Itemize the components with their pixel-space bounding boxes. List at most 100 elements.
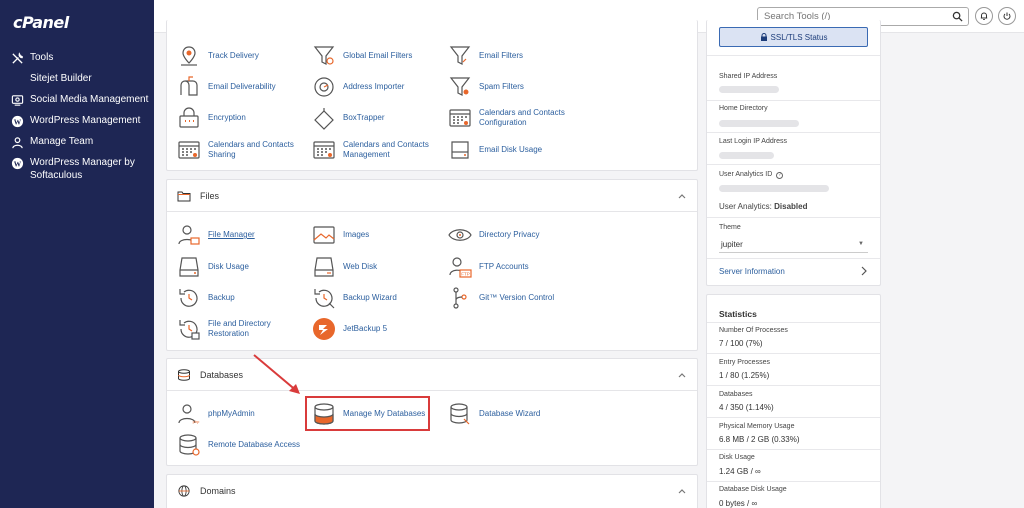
tool-backup[interactable]: Backup: [177, 286, 302, 310]
tool-email-disk-usage[interactable]: Email Disk Usage: [448, 138, 573, 162]
database-wizard-icon: [448, 402, 472, 426]
tool-boxtrapper[interactable]: BoxTrapper: [312, 106, 437, 130]
stat-value: 1.24 GB / ∞: [719, 467, 761, 476]
divider: [707, 417, 880, 418]
social-icon: [11, 94, 24, 107]
info-icon[interactable]: ?: [776, 172, 784, 179]
tool-label: FTP Accounts: [479, 262, 529, 271]
encryption-icon: [177, 106, 201, 130]
tool-backup-wizard[interactable]: Backup Wizard: [312, 286, 437, 310]
tool-label: Calendars and Contacts Configuration: [479, 108, 565, 127]
tool-file-directory-restoration[interactable]: File and Directory Restoration: [177, 317, 302, 341]
sidebar-nav: Tools Sitejet Builder Social Media Manag…: [11, 51, 151, 189]
tool-jetbackup[interactable]: JetBackup 5: [312, 317, 437, 341]
filter-icon: [448, 44, 472, 68]
tools-icon: [11, 52, 24, 65]
chevron-up-icon[interactable]: [677, 191, 687, 201]
server-information-link[interactable]: Server Information: [719, 267, 785, 276]
phpmyadmin-icon: php: [177, 402, 201, 426]
tool-label: Disk Usage: [208, 262, 249, 271]
tool-disk-usage[interactable]: Disk Usage: [177, 255, 302, 279]
tool-calendars-configuration[interactable]: Calendars and Contacts Configuration: [448, 106, 573, 130]
stat-value: 7 / 100 (7%): [719, 339, 763, 348]
backup-icon: [177, 286, 201, 310]
divider: [707, 55, 880, 56]
analytics-status-label: User Analytics:: [719, 202, 772, 211]
cpanel-logo[interactable]: cPanel: [13, 13, 69, 32]
sidebar: cPanel Tools Sitejet Builder Social Medi…: [0, 0, 154, 508]
calendar-icon: [448, 106, 472, 130]
tool-images[interactable]: Images: [312, 223, 437, 247]
tool-ftp-accounts[interactable]: FTP FTP Accounts: [448, 255, 573, 279]
notifications-button[interactable]: [975, 7, 993, 25]
divider: [707, 258, 880, 259]
boxtrapper-icon: [312, 106, 336, 130]
tool-label: Directory Privacy: [479, 230, 540, 239]
lock-icon: [760, 33, 767, 41]
theme-select[interactable]: jupiter ▼: [719, 236, 868, 253]
svg-text:W: W: [14, 117, 22, 126]
sidebar-item-wordpress-management[interactable]: W WordPress Management: [11, 114, 151, 128]
tool-track-delivery[interactable]: Track Delivery: [177, 44, 302, 68]
divider: [707, 385, 880, 386]
tool-remote-database-access[interactable]: Remote Database Access: [177, 433, 328, 457]
filter-icon: [312, 44, 336, 68]
analytics-status-value: Disabled: [774, 202, 808, 211]
tool-label: Backup Wizard: [343, 293, 397, 302]
chevron-up-icon[interactable]: [677, 370, 687, 380]
search-icon[interactable]: [952, 11, 963, 22]
tool-database-wizard[interactable]: Database Wizard: [448, 402, 573, 426]
sitejet-icon: [11, 73, 24, 86]
theme-label: Theme: [719, 224, 741, 231]
tool-label: Backup: [208, 293, 235, 302]
sidebar-item-label: WordPress Manager by Softaculous: [30, 157, 135, 181]
tool-email-filters[interactable]: Email Filters: [448, 44, 573, 68]
tool-global-email-filters[interactable]: Global Email Filters: [312, 44, 437, 68]
tool-git-version-control[interactable]: Git™ Version Control: [448, 286, 573, 310]
sidebar-item-social-media[interactable]: Social Media Management: [11, 93, 151, 107]
svg-text:FTP: FTP: [461, 272, 470, 277]
tool-email-deliverability[interactable]: Email Deliverability: [177, 75, 302, 99]
sidebar-item-sitejet[interactable]: Sitejet Builder: [11, 72, 151, 86]
redacted-value: [719, 152, 774, 159]
tool-label: Track Delivery: [208, 51, 259, 60]
tool-web-disk[interactable]: Web Disk: [312, 255, 437, 279]
databases-panel-header[interactable]: Databases: [167, 359, 697, 391]
power-icon: [1003, 12, 1011, 20]
remote-database-icon: [177, 433, 201, 457]
ssl-status-button[interactable]: SSL/TLS Status: [719, 27, 868, 47]
tool-file-manager[interactable]: File Manager: [177, 223, 302, 247]
caret-down-icon: ▼: [858, 241, 864, 247]
stat-label: Disk Usage: [719, 454, 755, 461]
git-icon: [448, 286, 472, 310]
sidebar-item-label: Sitejet Builder: [30, 73, 92, 84]
tool-spam-filters[interactable]: Spam Filters: [448, 75, 573, 99]
sidebar-item-tools[interactable]: Tools: [11, 51, 151, 65]
analytics-id-row: User Analytics ID ?: [719, 171, 784, 179]
tool-label: Database Wizard: [479, 409, 541, 418]
databases-panel-title: Databases: [200, 370, 244, 380]
tool-calendars-management[interactable]: Calendars and Contacts Management: [312, 138, 437, 162]
tool-address-importer[interactable]: Address Importer: [312, 75, 437, 99]
chevron-up-icon[interactable]: [677, 486, 687, 496]
divider: [707, 132, 880, 133]
email-panel: Track Delivery Global Email Filters Emai…: [166, 20, 698, 171]
tool-label: Email Disk Usage: [479, 145, 543, 154]
tool-directory-privacy[interactable]: Directory Privacy: [448, 223, 573, 247]
redacted-value: [719, 86, 779, 93]
sidebar-item-manage-team[interactable]: Manage Team: [11, 135, 151, 149]
sidebar-item-wordpress-manager[interactable]: W WordPress Manager by Softaculous: [11, 156, 151, 182]
tool-encryption[interactable]: Encryption: [177, 106, 302, 130]
chevron-right-icon[interactable]: [860, 266, 868, 276]
domains-panel-header[interactable]: Domains: [167, 475, 697, 507]
tool-phpmyadmin[interactable]: php phpMyAdmin: [177, 402, 302, 426]
redacted-value: [719, 185, 829, 192]
user-menu-button[interactable]: [998, 7, 1016, 25]
tool-calendars-sharing[interactable]: Calendars and Contacts Sharing: [177, 138, 302, 162]
statistics-title: Statistics: [719, 309, 757, 319]
stat-label: Databases: [719, 391, 753, 398]
tool-label: Web Disk: [343, 262, 378, 271]
tool-label: phpMyAdmin: [208, 409, 255, 418]
files-panel-header[interactable]: Files: [167, 180, 697, 212]
stat-value: 4 / 350 (1.14%): [719, 403, 774, 412]
